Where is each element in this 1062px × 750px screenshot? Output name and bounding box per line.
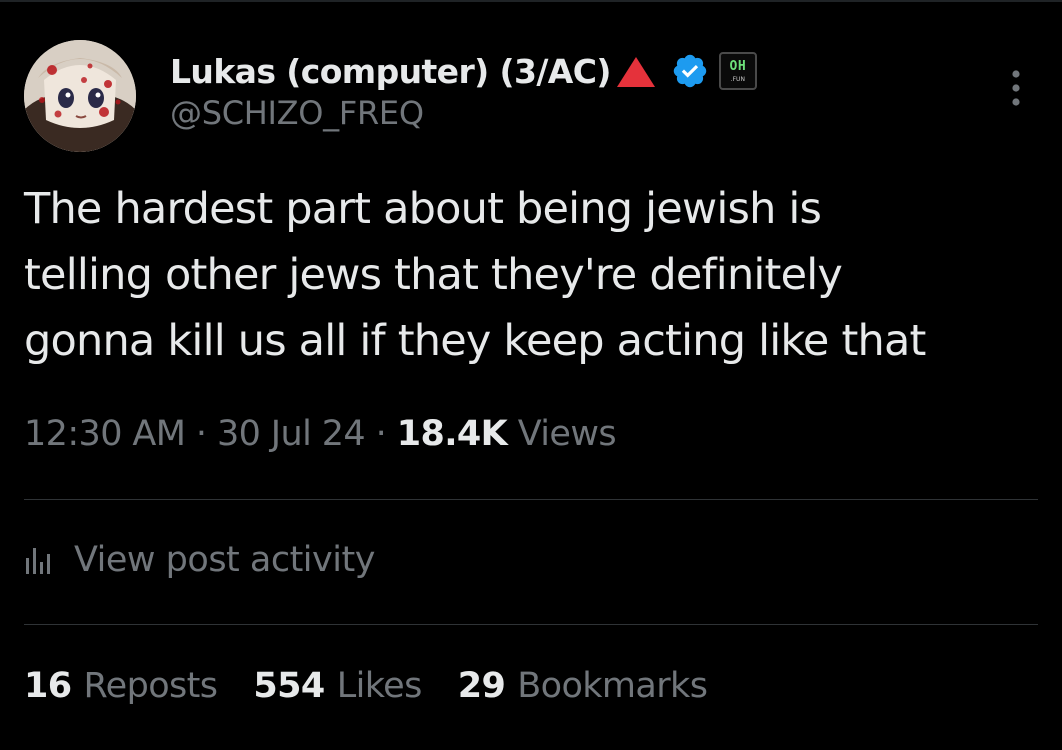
meta-separator: · — [375, 414, 387, 454]
post-meta: 12:30 AM · 30 Jul 24 · 18.4K Views — [24, 414, 617, 454]
divider — [24, 624, 1038, 625]
divider — [24, 499, 1038, 500]
verified-badge-icon[interactable] — [671, 52, 709, 90]
likes-label: Likes — [336, 666, 423, 706]
view-post-activity-label: View post activity — [74, 540, 375, 580]
meta-separator: · — [195, 414, 207, 454]
top-divider — [0, 0, 1062, 2]
post-text-line: telling other jews that they're definite… — [24, 250, 843, 300]
red-triangle-icon — [616, 57, 655, 87]
reposts-label: Reposts — [83, 666, 219, 706]
post-time[interactable]: 12:30 AM — [24, 414, 186, 454]
bookmarks-count: 29 — [457, 666, 506, 706]
more-options-icon[interactable] — [1008, 68, 1024, 108]
avatar-image — [24, 40, 136, 152]
bar-chart-icon — [26, 548, 50, 574]
affiliation-badge[interactable]: OH .FUN — [718, 52, 757, 90]
affiliation-badge-text: OH — [729, 59, 747, 74]
display-name[interactable]: Lukas (computer) (3/AC) — [170, 52, 611, 91]
view-post-activity-link[interactable]: View post activity — [24, 540, 375, 580]
avatar[interactable] — [24, 40, 136, 152]
name-row: Lukas (computer) (3/AC) OH .FUN — [170, 48, 757, 94]
likes-count: 554 — [253, 666, 325, 706]
post-header: Lukas (computer) (3/AC) OH .FUN @SCHIZO_… — [170, 48, 757, 132]
views-count: 18.4K — [396, 414, 508, 454]
post-date[interactable]: 30 Jul 24 — [217, 414, 366, 454]
post-text-line: gonna kill us all if they keep acting li… — [24, 316, 926, 366]
author-handle[interactable]: @SCHIZO_FREQ — [170, 94, 757, 132]
reposts-stat[interactable]: 16 Reposts — [24, 666, 219, 706]
post-text-line: The hardest part about being jewish is — [24, 184, 822, 234]
affiliation-badge-subtext: .FUN — [730, 76, 745, 83]
likes-stat[interactable]: 554 Likes — [253, 666, 423, 706]
engagement-stats: 16 Reposts 554 Likes 29 Bookmarks — [24, 666, 743, 706]
reposts-count: 16 — [24, 666, 72, 706]
post-body: The hardest part about being jewish is t… — [24, 176, 1044, 374]
bookmarks-label: Bookmarks — [517, 666, 708, 706]
views-label: Views — [517, 414, 617, 454]
bookmarks-stat[interactable]: 29 Bookmarks — [458, 666, 708, 706]
